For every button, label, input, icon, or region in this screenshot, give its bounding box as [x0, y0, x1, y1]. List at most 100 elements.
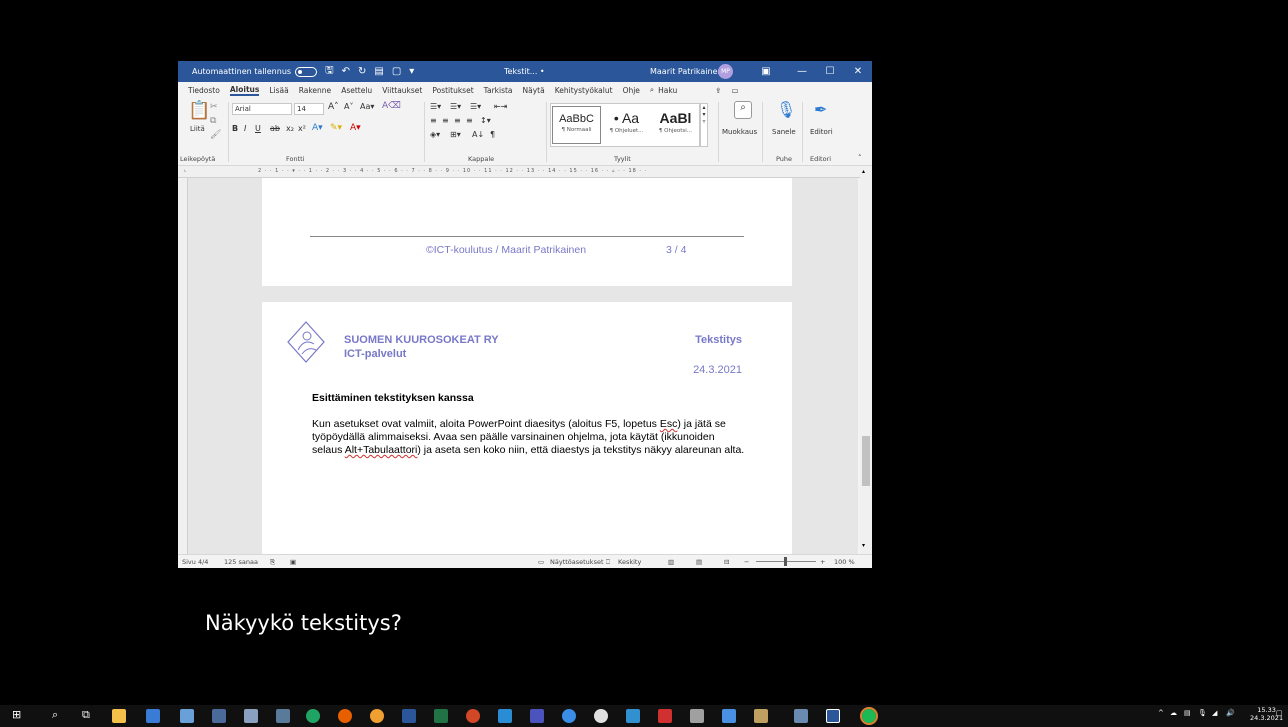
borders-icon[interactable]: ⊞▾ — [450, 130, 461, 139]
microphone-icon[interactable]: 🎙 — [776, 100, 796, 119]
avatar[interactable]: MP — [718, 64, 733, 79]
new-document-icon[interactable]: ▢ — [392, 66, 401, 77]
chrome-icon[interactable] — [370, 709, 384, 723]
word-count[interactable]: 125 sanaa — [224, 558, 258, 566]
scroll-up-icon[interactable]: ▴ — [862, 168, 865, 175]
start-icon[interactable]: ⊞ — [12, 708, 26, 722]
tab-insert[interactable]: Lisää — [269, 86, 288, 95]
tab-design[interactable]: Rakenne — [299, 86, 331, 95]
display-settings-icon[interactable]: ▭ — [538, 558, 544, 566]
save-icon[interactable]: 🖫 — [325, 63, 334, 80]
share-icon[interactable]: ⇪ — [715, 86, 721, 95]
style-normal[interactable]: AaBbC ¶ Normaali — [552, 106, 601, 144]
cut-icon[interactable]: ✂ — [210, 102, 218, 112]
app-icon[interactable] — [562, 709, 576, 723]
vertical-scrollbar[interactable]: ▴ ▾ — [860, 166, 872, 554]
tab-references[interactable]: Viittaukset — [382, 86, 422, 95]
display-settings-button[interactable]: Näyttöasetukset — [550, 558, 604, 566]
editing-label[interactable]: Muokkaus — [722, 128, 757, 136]
scroll-down-icon[interactable]: ▾ — [862, 542, 865, 549]
maximize-button[interactable]: ☐ — [816, 61, 844, 82]
print-layout-icon[interactable]: ▤ — [696, 558, 702, 566]
app-icon[interactable] — [276, 709, 290, 723]
editor-button-label[interactable]: Editori — [810, 128, 833, 136]
search-tab[interactable]: Haku — [658, 86, 677, 95]
app-icon[interactable] — [212, 709, 226, 723]
find-icon[interactable]: ⌕ — [734, 101, 752, 119]
outlook-icon[interactable] — [498, 709, 512, 723]
collapse-ribbon-icon[interactable]: ˄ — [858, 154, 862, 162]
firefox-icon[interactable] — [338, 709, 352, 723]
autosave-toggle[interactable] — [295, 66, 318, 77]
tab-layout[interactable]: Asettelu — [341, 86, 372, 95]
format-painter-icon[interactable]: 🖌 — [210, 130, 221, 140]
word-document-icon[interactable] — [826, 709, 840, 723]
app-icon[interactable] — [180, 709, 194, 723]
page-count[interactable]: Sivu 4/4 — [182, 558, 208, 566]
app-icon[interactable] — [146, 709, 160, 723]
line-spacing-icon[interactable]: ↕▾ — [480, 116, 491, 125]
focus-icon[interactable]: ⎕ — [606, 558, 610, 567]
app-icon[interactable] — [754, 709, 768, 723]
superscript-icon[interactable]: x² — [298, 124, 306, 133]
microphone-tray-icon[interactable]: 🎙 — [1198, 709, 1207, 717]
font-size-select[interactable]: 14 — [294, 103, 324, 115]
page-3[interactable]: ©ICT-koulutus / Maarit Patrikainen 3 / 4 — [262, 178, 792, 286]
sort-icon[interactable]: A↓ — [472, 130, 484, 139]
network-icon[interactable]: ▤ — [1184, 709, 1191, 717]
wifi-icon[interactable]: ◢ — [1212, 709, 1217, 717]
redo-icon[interactable]: ↻ — [358, 66, 366, 77]
task-view-icon[interactable]: ⧉ — [82, 708, 96, 722]
paste-icon[interactable]: 📋 — [188, 100, 210, 121]
page-4[interactable]: SUOMEN KUUROSOKEAT RY ICT-palvelut Tekst… — [262, 302, 792, 554]
user-name[interactable]: Maarit Patrikainen — [650, 67, 723, 76]
file-explorer-icon[interactable] — [112, 709, 126, 723]
editor-pen-icon[interactable]: ✒ — [814, 100, 827, 119]
tab-selector-icon[interactable]: ⌞ — [184, 167, 186, 173]
search-icon[interactable]: ⌕ — [650, 85, 654, 95]
photos-icon[interactable] — [626, 709, 640, 723]
bold-icon[interactable]: B — [232, 124, 238, 133]
focus-button[interactable]: Keskity — [618, 558, 641, 566]
horizontal-ruler[interactable]: ⌞ 2 · · 1 · · ▾ · · 1 · · 2 · · 3 · · 4 … — [178, 166, 872, 178]
minimize-button[interactable]: — — [788, 61, 816, 82]
close-button[interactable]: ✕ — [844, 61, 872, 82]
ribbon-display-icon[interactable]: ▣ — [752, 61, 780, 82]
bullets-icon[interactable]: ☰▾ — [430, 102, 441, 111]
tab-review[interactable]: Tarkista — [484, 86, 513, 95]
web-layout-icon[interactable]: ⊟ — [724, 558, 729, 566]
subscript-icon[interactable]: x₂ — [286, 124, 294, 133]
edge-icon[interactable] — [306, 709, 320, 723]
strikethrough-icon[interactable]: ab — [270, 124, 280, 133]
zoom-out-icon[interactable]: − — [744, 558, 749, 566]
align-center-icon[interactable]: ≡ — [442, 116, 449, 125]
font-name-select[interactable]: Arial — [232, 103, 292, 115]
highlight-icon[interactable]: ✎▾ — [330, 123, 342, 133]
app-icon[interactable] — [722, 709, 736, 723]
font-color-icon[interactable]: A▾ — [350, 123, 361, 133]
indent-icon[interactable]: ⇤⇥ — [494, 102, 507, 111]
acrobat-icon[interactable] — [658, 709, 672, 723]
justify-icon[interactable]: ≡ — [466, 116, 473, 125]
shrink-font-icon[interactable]: A˅ — [344, 102, 353, 111]
tab-help[interactable]: Ohje — [623, 86, 640, 95]
paste-label[interactable]: Liitä — [190, 125, 205, 133]
read-mode-icon[interactable]: ▥ — [668, 558, 674, 566]
shading-icon[interactable]: ◈▾ — [430, 130, 440, 139]
search-icon[interactable]: ⌕ — [52, 708, 66, 722]
undo-icon[interactable]: ↶ — [342, 66, 350, 77]
clear-formatting-icon[interactable]: A⌫ — [382, 101, 401, 111]
document-area[interactable]: ©ICT-koulutus / Maarit Patrikainen 3 / 4… — [178, 178, 858, 554]
teams-icon[interactable] — [530, 709, 544, 723]
tab-file[interactable]: Tiedosto — [188, 86, 220, 95]
app-icon[interactable] — [794, 709, 808, 723]
styles-more-icon[interactable]: ▴ ▾ ▿ — [700, 103, 708, 147]
underline-icon[interactable]: U — [255, 124, 261, 133]
word-icon[interactable] — [402, 709, 416, 723]
align-right-icon[interactable]: ≡ — [454, 116, 461, 125]
copy-icon[interactable]: ⧉ — [210, 116, 216, 126]
print-preview-icon[interactable]: ▤ — [374, 66, 383, 77]
show-marks-icon[interactable]: ¶ — [490, 130, 495, 139]
style-list-bullet[interactable]: • Aa ¶ Ohjeluet... — [602, 106, 651, 144]
comments-icon[interactable]: ▭ — [732, 86, 739, 95]
